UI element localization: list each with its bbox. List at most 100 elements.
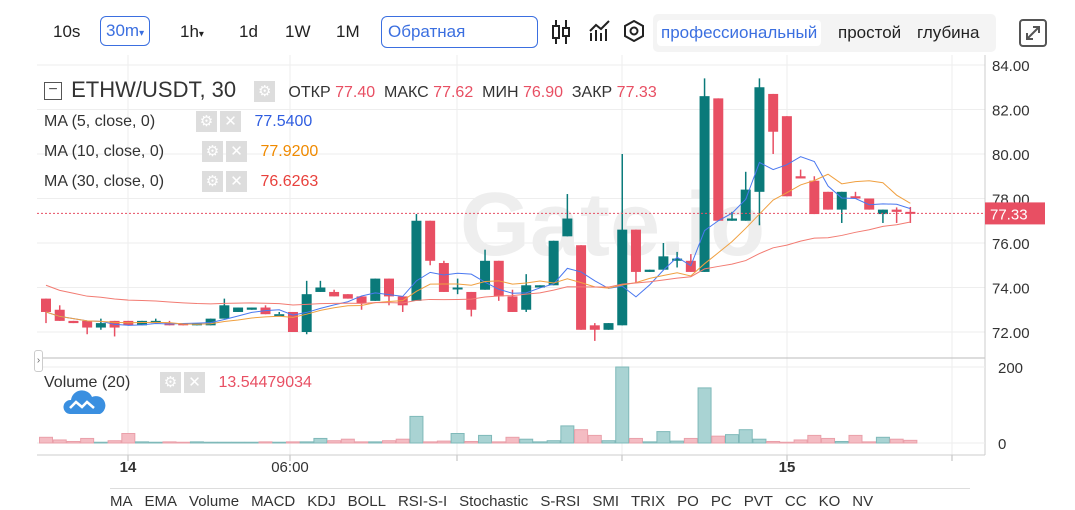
candle: [823, 191, 834, 210]
close-icon[interactable]: ✕: [220, 111, 241, 132]
candle-body: [740, 189, 751, 221]
candle: [438, 260, 449, 292]
low-value: 76.90: [522, 84, 563, 101]
volume-bar: [176, 441, 191, 444]
price-tick: 80.00: [992, 147, 1030, 164]
indicator-cc[interactable]: CC: [785, 493, 807, 510]
candle-body: [521, 285, 532, 310]
gear-icon[interactable]: ⚙: [196, 111, 217, 132]
candle-body: [82, 320, 93, 328]
volume-bar: [272, 441, 287, 444]
volume-bar: [135, 441, 150, 444]
volume-bar: [505, 436, 520, 444]
candle: [370, 278, 381, 301]
indicator-ma[interactable]: MA: [110, 493, 133, 510]
indicator-macd[interactable]: MACD: [251, 493, 295, 510]
candle: [411, 214, 422, 301]
candle-body: [95, 323, 106, 328]
volume-bar: [711, 435, 726, 444]
collapse-icon[interactable]: −: [44, 82, 62, 101]
candle: [301, 280, 312, 335]
volume-bar: [409, 415, 424, 444]
volume-bar: [560, 425, 575, 444]
gear-icon[interactable]: ⚙: [202, 141, 223, 162]
candle: [699, 78, 710, 272]
ma-value: 77.5400: [254, 112, 313, 130]
expand-sidebar-handle[interactable]: ›: [34, 350, 43, 372]
indicator-pc[interactable]: PC: [711, 493, 732, 510]
volume-bar: [258, 441, 273, 444]
volume-bar: [450, 433, 465, 444]
volume-bar: [862, 441, 877, 444]
volume-bar: [107, 440, 122, 444]
volume-tick: 200: [998, 360, 1023, 377]
ohlc-readout: ОТКР 77.40 МАКС 77.62 МИН 76.90 ЗАКР 77.…: [288, 84, 656, 101]
price-chart[interactable]: Gate.io 84.0082.0080.0078.0076.0074.0072…: [0, 0, 1075, 505]
candle-body: [699, 96, 710, 272]
volume-bar: [738, 429, 753, 444]
candle-body: [727, 218, 737, 221]
high-value: 77.62: [433, 84, 474, 101]
indicator-stochastic[interactable]: Stochastic: [459, 493, 528, 510]
candle-body: [219, 305, 230, 319]
volume-bar: [656, 431, 671, 444]
indicator-ema[interactable]: EMA: [145, 493, 178, 510]
candle: [548, 240, 559, 286]
close-icon[interactable]: ✕: [226, 141, 247, 162]
indicator-nv[interactable]: NV: [852, 493, 873, 510]
candle: [274, 311, 285, 317]
candle: [68, 320, 79, 324]
candle-body: [370, 278, 381, 301]
open-label: ОТКР: [288, 84, 331, 101]
volume-bar: [848, 434, 863, 444]
volume-tick: 0: [998, 436, 1006, 453]
indicator-trix[interactable]: TRIX: [631, 493, 665, 510]
gear-icon[interactable]: ⚙: [160, 372, 181, 393]
indicator-pvt[interactable]: PVT: [744, 493, 773, 510]
volume-bar: [382, 440, 396, 444]
candle: [95, 318, 106, 330]
indicator-po[interactable]: PO: [677, 493, 699, 510]
volume-bar: [697, 387, 712, 444]
volume-bar: [299, 441, 314, 444]
volume-bar: [217, 441, 232, 444]
candle: [576, 245, 587, 330]
indicator-volume[interactable]: Volume: [189, 493, 239, 510]
volume-bar: [313, 437, 328, 444]
ma-label: MA (5, close, 0): [44, 112, 156, 130]
volume-bar: [39, 436, 53, 444]
close-icon[interactable]: ✕: [226, 171, 247, 192]
candle-body: [466, 291, 477, 310]
candle-body: [644, 269, 655, 272]
candle: [329, 289, 340, 297]
price-tick: 82.00: [992, 103, 1030, 120]
indicator-smi[interactable]: SMI: [592, 493, 619, 510]
volume-bar: [875, 436, 890, 444]
candle-body: [630, 229, 641, 272]
candle-body: [452, 287, 463, 290]
gear-icon[interactable]: ⚙: [202, 171, 223, 192]
indicator-s-rsi[interactable]: S-RSI: [540, 493, 580, 510]
ma30-legend: MA (30, close, 0) ⚙ ✕ 76.6263: [44, 171, 318, 192]
indicator-rsi-s-i[interactable]: RSI-S-I: [398, 493, 447, 510]
high-label: МАКС: [384, 84, 429, 101]
indicator-kdj[interactable]: KDJ: [307, 493, 335, 510]
volume-bar: [436, 440, 451, 444]
candle-body: [246, 307, 257, 310]
gear-icon[interactable]: ⚙: [254, 80, 276, 102]
candle-body: [68, 320, 79, 324]
candle: [630, 229, 641, 284]
volume-bar: [642, 441, 657, 444]
volume-bar: [231, 441, 246, 444]
volume-bar: [519, 438, 534, 444]
candle: [425, 220, 436, 266]
volume-bar: [670, 440, 685, 444]
candle: [466, 291, 477, 317]
candle-body: [576, 245, 587, 330]
volume-bar: [121, 433, 136, 444]
candle: [891, 207, 902, 223]
close-icon[interactable]: ✕: [184, 372, 205, 393]
indicator-boll[interactable]: BOLL: [348, 493, 386, 510]
indicator-ko[interactable]: KO: [819, 493, 841, 510]
indicator-bar: MA EMA Volume MACD KDJ BOLL RSI-S-I Stochastic S…: [110, 488, 970, 510]
